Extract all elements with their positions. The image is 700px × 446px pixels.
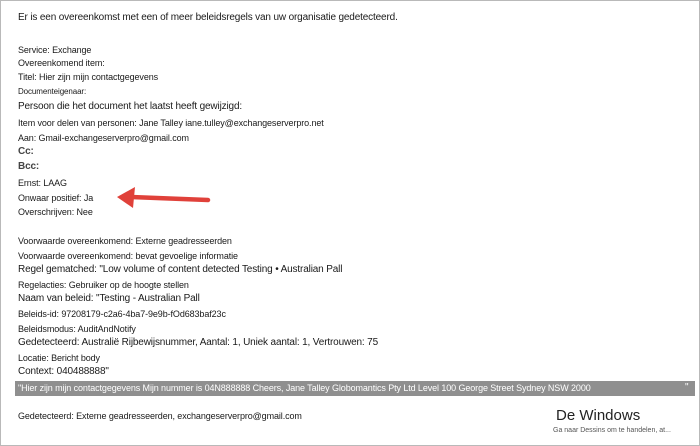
shared-with-line: Item voor delen van personen: Jane Talle… xyxy=(18,118,324,128)
document-owner-line: Documenteigenaar: xyxy=(18,87,87,96)
detected-recipients-line: Gedetecteerd: Externe geadresseerden, ex… xyxy=(18,411,302,421)
severity-line: Ernst: LAAG xyxy=(18,178,67,188)
watermark-subtitle: Ga naar Dessins om te handelen, at... xyxy=(553,427,671,434)
matched-item-line: Overeenkomend item: xyxy=(18,58,105,68)
watermark-title: De Windows xyxy=(556,407,641,424)
to-line: Aan: Gmail-exchangeserverpro@gmail.com xyxy=(18,133,189,143)
location-line: Locatie: Bericht body xyxy=(18,353,100,363)
policy-mode-line: Beleidsmodus: AuditAndNotify xyxy=(18,324,136,334)
policy-name-line: Naam van beleid: "Testing - Australian P… xyxy=(18,293,200,304)
false-positive-line: Onwaar positief: Ja xyxy=(18,193,94,203)
email-message-body: Er is een overeenkomst met een of meer b… xyxy=(0,0,700,446)
title-line: Titel: Hier zijn mijn contactgegevens xyxy=(18,72,159,82)
cc-line: Cc: xyxy=(18,146,34,157)
detected-line: Gedetecteerd: Australië Rijbewijsnummer,… xyxy=(18,337,378,348)
rule-actions-line: Regelacties: Gebruiker op de hoogte stel… xyxy=(18,280,189,290)
override-line: Overschrijven: Nee xyxy=(18,207,93,217)
condition-line-2: Voorwaarde overeenkomend: bevat gevoelig… xyxy=(18,251,238,261)
last-modified-line: Persoon die het document het laatst heef… xyxy=(18,101,243,112)
bcc-line: Bcc: xyxy=(18,161,40,172)
highlight-end-quote: " xyxy=(685,382,689,393)
policy-id-line: Beleids-id: 97208179-c2a6-4ba7-9e9b-fOd6… xyxy=(18,309,226,319)
highlighted-context-text: "Hier zijn mijn contactgegevens Mijn num… xyxy=(18,383,591,393)
context-line: Context: 040488888" xyxy=(18,366,109,377)
condition-line-1: Voorwaarde overeenkomend: Externe geadre… xyxy=(18,236,232,246)
intro-text: Er is een overeenkomst met een of meer b… xyxy=(18,12,398,23)
rule-matched-line: Regel gematched: "Low volume of content … xyxy=(18,264,343,275)
service-line: Service: Exchange xyxy=(18,45,92,55)
red-arrow-icon xyxy=(117,187,211,208)
